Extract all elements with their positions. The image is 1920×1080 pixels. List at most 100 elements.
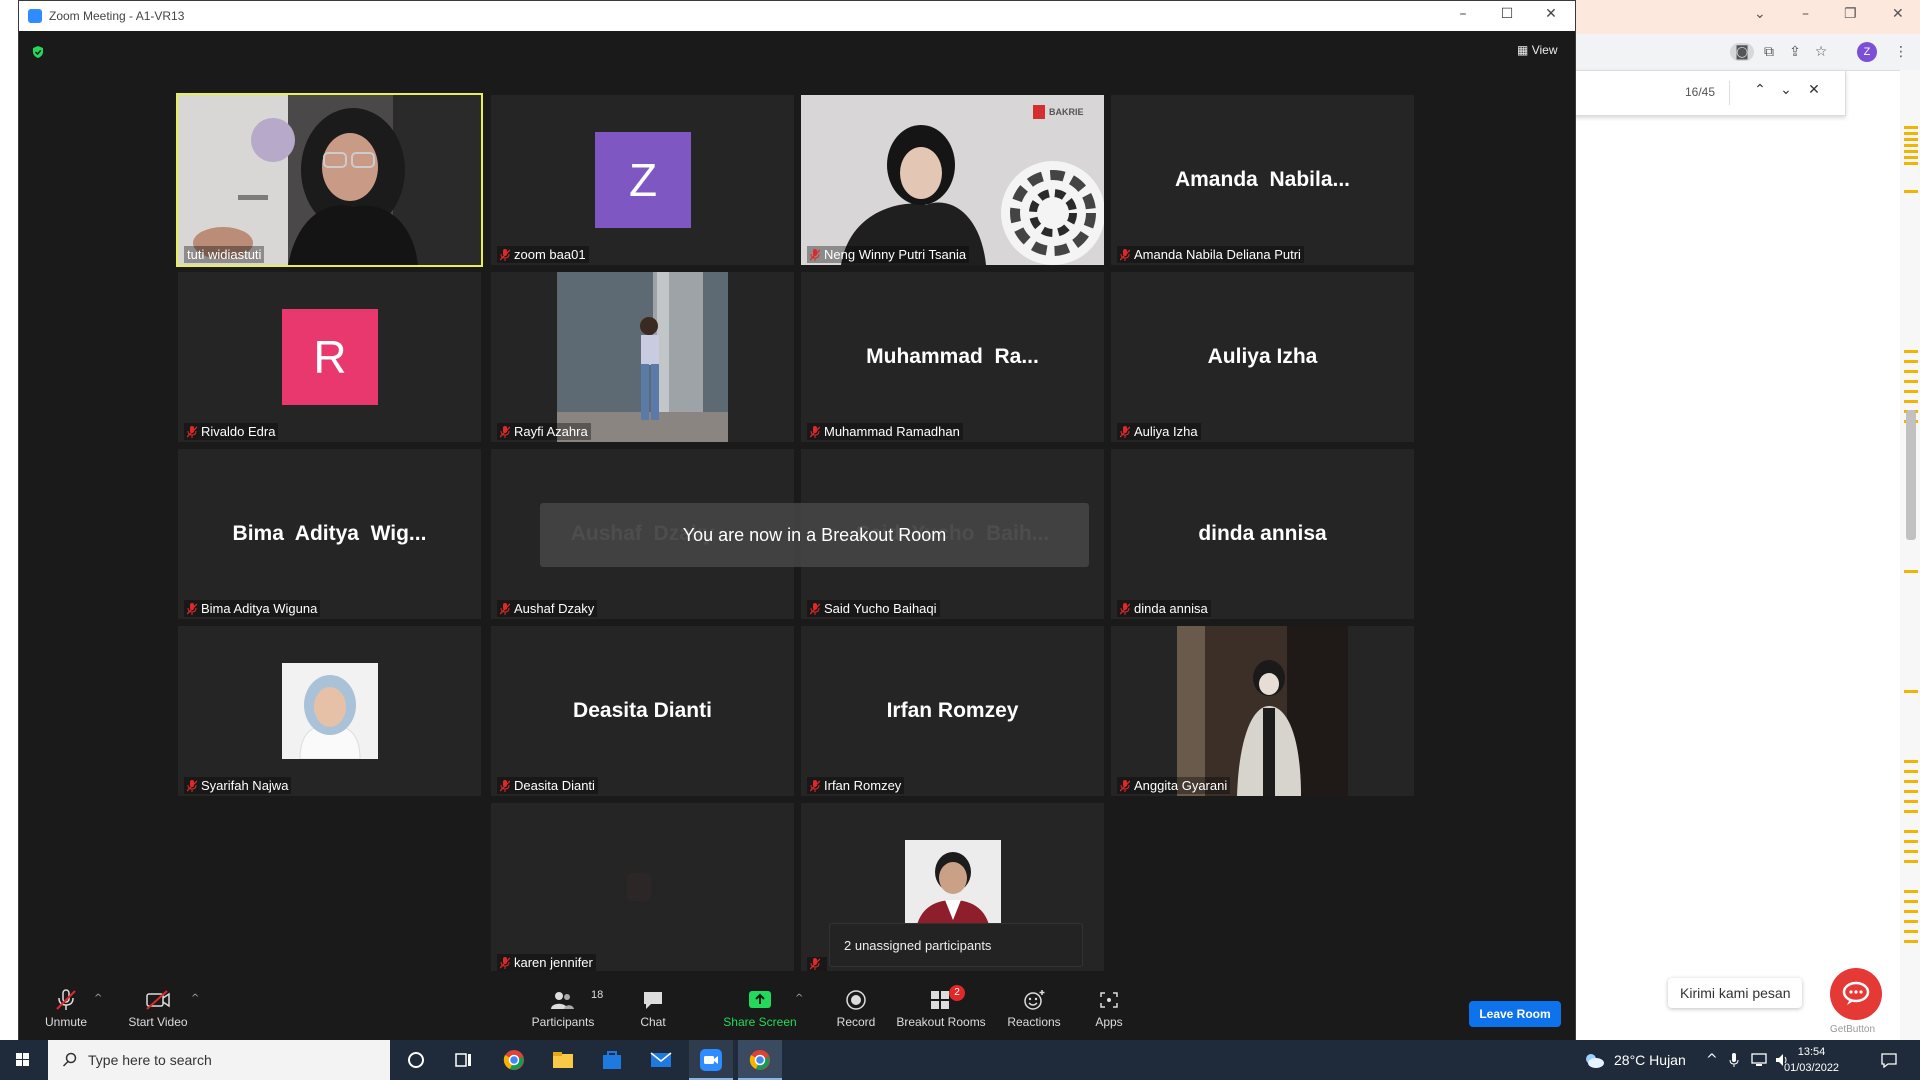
cortana-icon[interactable] — [404, 1048, 428, 1072]
system-clock[interactable]: 13:54 01/03/2022 — [1784, 1044, 1839, 1076]
participant-name: Syarifah Najwa — [184, 777, 292, 794]
microphone-icon[interactable] — [1728, 1052, 1740, 1068]
participant-video — [627, 873, 651, 901]
participant-tile[interactable]: Deasita Dianti Deasita Dianti — [491, 626, 794, 796]
mic-muted-icon — [500, 779, 510, 792]
find-previous-icon[interactable]: ⌃ — [1751, 82, 1769, 100]
network-icon[interactable] — [1750, 1052, 1768, 1068]
university-logo-text: BAKRIE — [1049, 107, 1084, 117]
audio-options-chevron-icon[interactable]: ^ — [94, 993, 102, 1004]
notification-center-icon[interactable] — [1880, 1052, 1898, 1068]
zoom-logo-icon — [28, 9, 42, 23]
reactions-button[interactable]: Reactions — [1003, 989, 1065, 1029]
participant-video — [801, 95, 1104, 265]
unmute-button[interactable]: Unmute — [41, 989, 91, 1029]
breakout-rooms-button[interactable]: Breakout Rooms 2 — [895, 985, 987, 1029]
participant-tile[interactable]: Irfan Romzey Irfan Romzey — [801, 626, 1104, 796]
search-placeholder: Type here to search — [88, 1052, 212, 1068]
search-icon — [62, 1052, 77, 1067]
participant-tile[interactable]: Anggita Gyarani — [1111, 626, 1414, 796]
maximize-icon[interactable]: ☐ — [1497, 6, 1517, 22]
show-hidden-icons-chevron-icon[interactable]: ^ — [1706, 1052, 1718, 1068]
participant-tile[interactable]: Syarifah Najwa — [178, 626, 481, 796]
chrome-active-taskbar-item[interactable] — [738, 1040, 782, 1080]
chat-widget-label[interactable]: Kirimi kami pesan — [1668, 978, 1803, 1008]
zoom-window: Zoom Meeting - A1-VR13 – ☐ ✕ ▦ View tuti… — [18, 0, 1576, 1042]
chrome-taskbar-icon[interactable] — [502, 1048, 526, 1072]
find-next-icon[interactable]: ⌄ — [1777, 82, 1795, 100]
participant-display-name: Deasita Dianti — [573, 699, 712, 722]
taskbar-search-box[interactable]: Type here to search — [48, 1040, 390, 1080]
participant-photo — [282, 663, 378, 759]
weather-cloud-icon[interactable] — [1582, 1050, 1606, 1070]
participant-tile[interactable]: Auliya Izha Auliya Izha — [1111, 272, 1414, 442]
participant-tile[interactable]: Muhammad Ra... Muhammad Ramadhan — [801, 272, 1104, 442]
mail-icon[interactable] — [649, 1048, 673, 1072]
avatar: R — [282, 309, 378, 405]
share-icon[interactable]: ⇪ — [1786, 43, 1804, 61]
participant-tile[interactable]: tuti widiastuti — [176, 93, 483, 267]
participant-photo — [905, 840, 1001, 936]
encryption-shield-icon[interactable] — [31, 45, 45, 59]
translate-icon[interactable]: ⧉ — [1760, 43, 1778, 61]
bookmark-star-icon[interactable]: ☆ — [1812, 43, 1830, 61]
video-options-chevron-icon[interactable]: ^ — [191, 993, 199, 1004]
chat-widget-brand: GetButton — [1830, 1024, 1876, 1035]
windows-taskbar: Type here to search 28°C Hujan ^ 13:54 0… — [0, 1040, 1920, 1080]
mic-muted-icon — [810, 425, 820, 438]
participant-name: Muhammad Ramadhan — [807, 423, 963, 440]
leave-room-button[interactable]: Leave Room — [1469, 1001, 1561, 1027]
restore-icon[interactable]: ❐ — [1844, 6, 1857, 22]
share-screen-button[interactable]: Share Screen — [723, 989, 797, 1029]
breakout-rooms-badge: 2 — [949, 985, 965, 1001]
share-options-chevron-icon[interactable]: ^ — [795, 993, 803, 1004]
participant-tile[interactable]: karen jennifer — [491, 803, 794, 973]
menu-kebab-icon[interactable]: ⋮ — [1892, 43, 1910, 61]
close-icon[interactable]: ✕ — [1541, 6, 1561, 22]
scrollbar-thumb[interactable] — [1906, 410, 1916, 540]
participant-name: Neng Winny Putri Tsania — [807, 246, 970, 263]
view-button[interactable]: ▦ View — [1517, 43, 1557, 57]
mic-muted-icon — [56, 989, 76, 1010]
participant-tile[interactable]: R Rivaldo Edra — [178, 272, 481, 442]
participant-name: Bima Aditya Wiguna — [184, 600, 321, 617]
store-icon[interactable] — [600, 1048, 624, 1072]
find-close-icon[interactable]: ✕ — [1805, 82, 1823, 100]
unassigned-participants-tooltip[interactable]: 2 unassigned participants — [829, 923, 1083, 967]
chat-button[interactable]: Chat — [633, 989, 673, 1029]
participant-name: Said Yucho Baihaqi — [807, 600, 940, 617]
screenshot-icon[interactable]: ◙ — [1730, 43, 1754, 61]
participant-tile[interactable]: Rayfi Azahra — [491, 272, 794, 442]
participant-tile[interactable]: Bima Aditya Wig... Bima Aditya Wiguna — [178, 449, 481, 619]
weather-status[interactable]: 28°C Hujan — [1614, 1052, 1686, 1068]
chevron-down-icon[interactable]: ⌄ — [1754, 6, 1766, 22]
page-scrollbar[interactable] — [1900, 70, 1920, 1044]
participant-name — [807, 957, 827, 971]
participant-tile[interactable]: Amanda Nabila... Amanda Nabila Deliana P… — [1111, 95, 1414, 265]
participant-name: karen jennifer — [497, 954, 596, 971]
chat-bubble-icon — [1842, 981, 1870, 1005]
start-video-button[interactable]: Start Video — [123, 989, 193, 1029]
participant-tile[interactable]: Z zoom baa01 — [491, 95, 794, 265]
window-title: Zoom Meeting - A1-VR13 — [49, 9, 185, 23]
minimize-icon[interactable]: – — [1453, 6, 1473, 22]
task-view-icon[interactable] — [451, 1048, 475, 1072]
participant-tile[interactable]: dinda annisa dinda annisa — [1111, 449, 1414, 619]
participant-tile[interactable]: BAKRIE Neng Winny Putri Tsania — [801, 95, 1104, 265]
close-icon[interactable]: ✕ — [1892, 6, 1904, 22]
mic-muted-icon — [500, 248, 510, 261]
participant-display-name: Muhammad Ra... — [866, 345, 1039, 368]
windows-start-icon[interactable] — [0, 1040, 46, 1080]
participant-name: dinda annisa — [1117, 600, 1211, 617]
profile-avatar[interactable]: Z — [1857, 42, 1877, 62]
grid-icon: ▦ — [1517, 43, 1529, 57]
participants-button[interactable]: Participants — [527, 989, 599, 1029]
share-screen-icon — [749, 991, 771, 1008]
file-explorer-icon[interactable] — [551, 1048, 575, 1072]
chat-widget-button[interactable] — [1830, 968, 1882, 1020]
mic-muted-icon — [810, 958, 820, 970]
zoom-taskbar-item[interactable] — [689, 1040, 733, 1080]
minimize-icon[interactable]: – — [1802, 6, 1809, 22]
record-button[interactable]: Record — [831, 989, 881, 1029]
apps-button[interactable]: Apps — [1089, 989, 1129, 1029]
